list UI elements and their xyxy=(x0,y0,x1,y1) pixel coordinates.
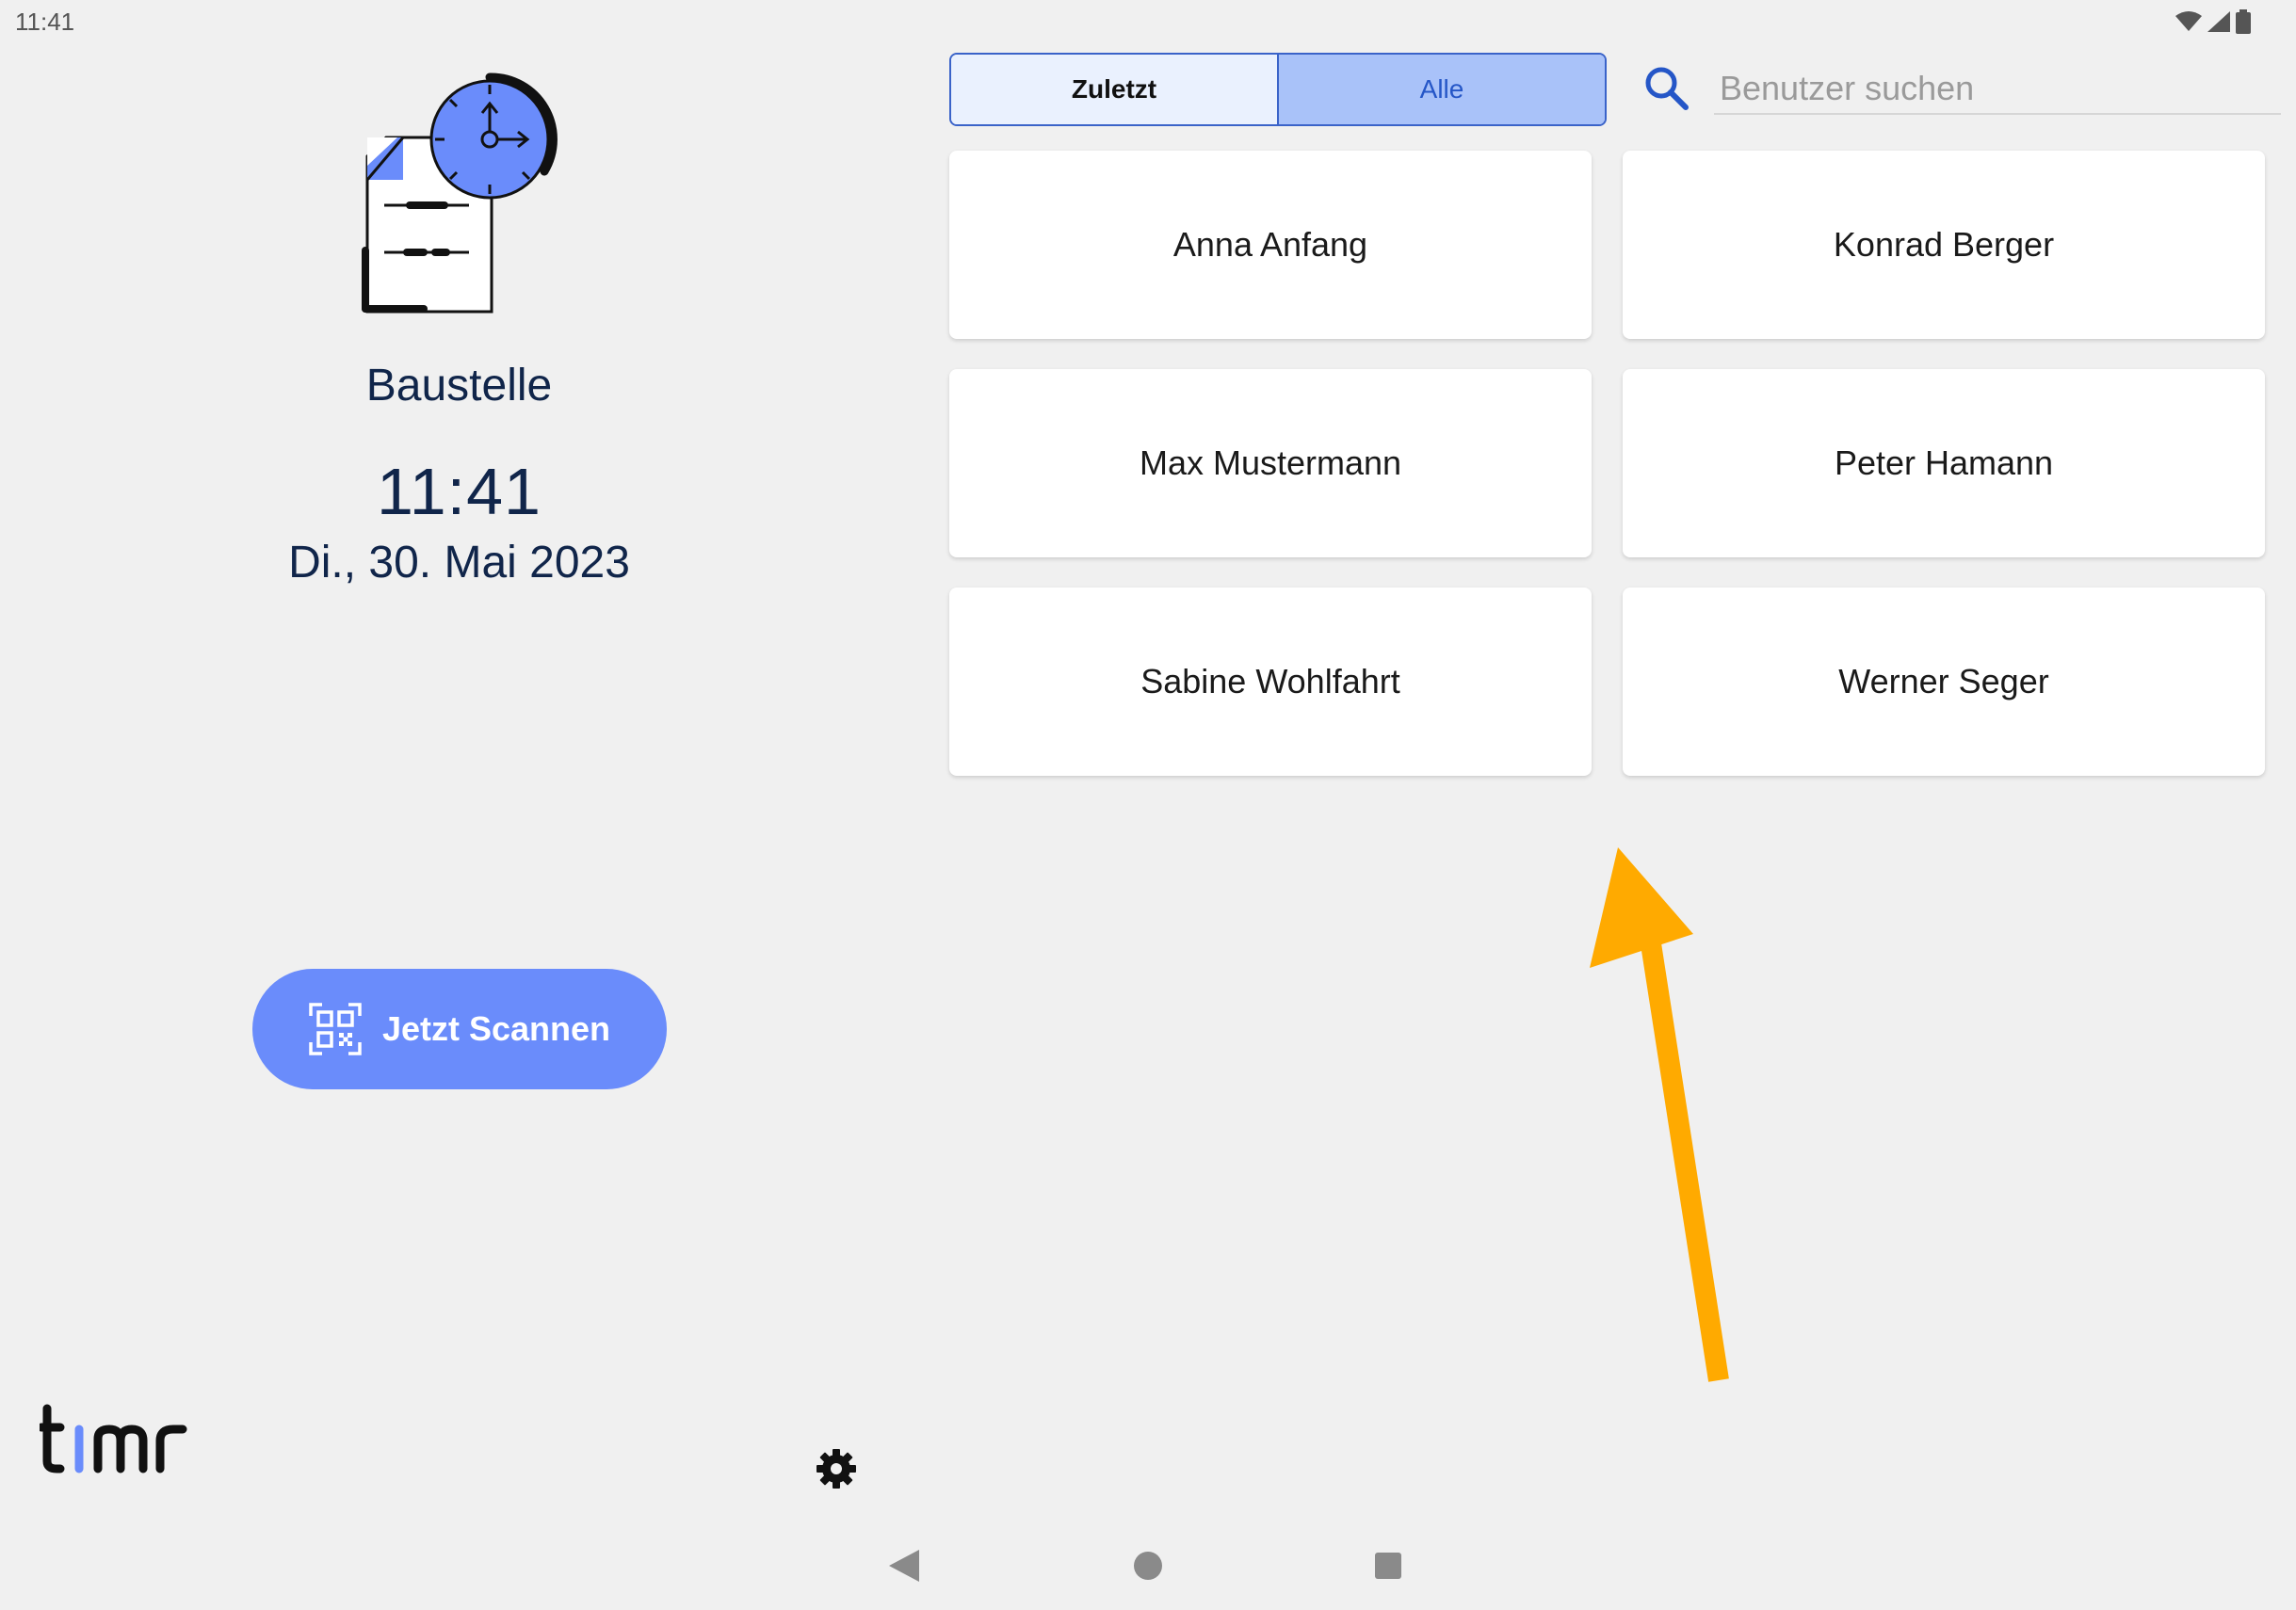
home-circle-icon[interactable] xyxy=(1134,1552,1162,1580)
location-name: Baustelle xyxy=(365,361,553,411)
user-card-peter-hamann[interactable]: Peter Hamann xyxy=(1623,369,2265,557)
user-card-anna-anfang[interactable]: Anna Anfang xyxy=(949,151,1592,339)
current-date: Di., 30. Mai 2023 xyxy=(288,538,630,588)
signal-icon xyxy=(2207,11,2230,32)
user-search-input[interactable] xyxy=(1714,64,2281,115)
user-card-max-mustermann[interactable]: Max Mustermann xyxy=(949,369,1592,557)
document-clock-icon xyxy=(362,72,558,314)
status-icons xyxy=(2175,9,2251,34)
annotation-arrow xyxy=(1590,847,1729,1382)
user-card-werner-seger[interactable]: Werner Seger xyxy=(1623,588,2265,776)
wifi-icon xyxy=(2175,11,2202,31)
gear-icon[interactable] xyxy=(814,1446,859,1491)
user-card-sabine-wohlfahrt[interactable]: Sabine Wohlfahrt xyxy=(949,588,1592,776)
scan-now-button[interactable]: Jetzt Scannen xyxy=(252,969,667,1089)
tab-all[interactable]: Alle xyxy=(1279,55,1605,124)
search-icon[interactable] xyxy=(1642,64,1691,113)
qr-code-icon xyxy=(309,1003,362,1055)
scan-now-label: Jetzt Scannen xyxy=(381,1009,611,1048)
battery-icon xyxy=(2236,9,2251,34)
timr-logo xyxy=(40,1404,187,1473)
app-screen: 11:41 Baustelle 11:41 Di., 30. Mai 2023 … xyxy=(0,0,2296,1610)
tab-recent[interactable]: Zuletzt xyxy=(951,55,1279,124)
recents-square-icon[interactable] xyxy=(1375,1553,1401,1579)
back-triangle-icon[interactable] xyxy=(889,1550,919,1582)
user-card-konrad-berger[interactable]: Konrad Berger xyxy=(1623,151,2265,339)
current-time: 11:41 xyxy=(377,455,542,528)
user-filter-tabs: Zuletzt Alle xyxy=(949,53,1607,126)
status-time: 11:41 xyxy=(15,8,75,36)
